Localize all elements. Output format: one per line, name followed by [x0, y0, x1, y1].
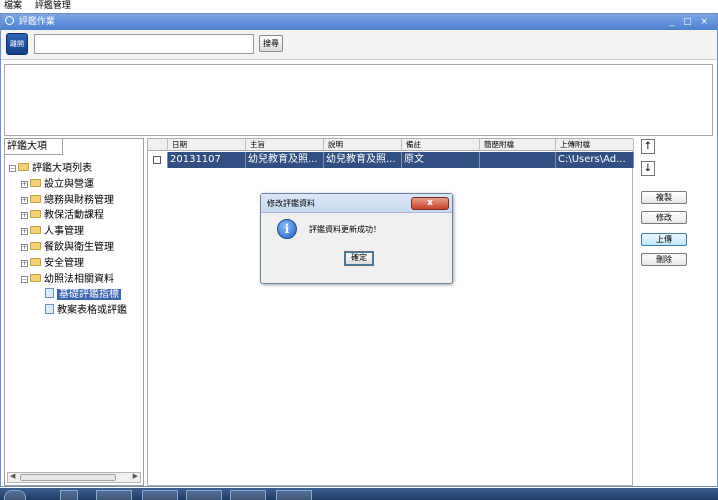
folder-icon: [18, 163, 29, 171]
folder-icon: [30, 210, 41, 219]
taskbar-item[interactable]: [142, 490, 178, 500]
dialog-body: i 評鑑資料更新成功！ 確定: [262, 214, 451, 283]
search-input[interactable]: [34, 34, 254, 54]
tree-item[interactable]: + 安全管理: [9, 256, 143, 272]
tree-label: 餐飲與衛生管理: [44, 241, 114, 253]
column-header[interactable]: 備註: [402, 139, 480, 150]
tree-item[interactable]: + 設立與營運: [9, 177, 143, 193]
folder-icon: [30, 194, 41, 203]
document-icon: [45, 288, 54, 299]
taskbar-item[interactable]: [276, 490, 312, 500]
dialog-titlebar: 修改評鑑資料 x: [261, 194, 452, 213]
tree-label: 教案表格或評鑑: [57, 305, 127, 317]
folder-icon: [30, 178, 41, 187]
cell-date: 20131107: [168, 152, 246, 168]
header-checkbox-col: [148, 139, 168, 150]
expand-icon[interactable]: +: [21, 212, 28, 220]
menu-file[interactable]: 檔案: [4, 1, 22, 11]
cell-description: 幼兒教育及照...: [324, 152, 402, 168]
tree-item[interactable]: − 幼照法相關資料: [9, 272, 143, 288]
scroll-right-icon[interactable]: ▶: [133, 472, 138, 480]
tree-item[interactable]: + 教保活動課程: [9, 208, 143, 224]
tree-label: 設立與營運: [44, 178, 94, 190]
tree-child[interactable]: 教案表格或評鑑: [9, 303, 143, 319]
taskbar-item[interactable]: [60, 490, 78, 500]
ok-button[interactable]: 確定: [344, 251, 374, 266]
column-header[interactable]: 說明: [324, 139, 402, 150]
column-header[interactable]: 主旨: [246, 139, 324, 150]
folder-icon: [30, 226, 41, 235]
tree-label: 總務與財務管理: [44, 194, 114, 206]
start-button[interactable]: [4, 490, 26, 500]
menu-bar: 檔案 評鑑管理: [0, 0, 718, 13]
exit-button[interactable]: 離開: [6, 33, 28, 55]
expand-icon[interactable]: +: [21, 196, 28, 204]
taskbar-item[interactable]: [186, 490, 222, 500]
search-button[interactable]: 搜尋: [259, 35, 283, 52]
column-header[interactable]: 日期: [168, 139, 246, 150]
tree-label: 教保活動課程: [44, 210, 104, 222]
folder-icon: [30, 241, 41, 250]
window-titlebar: 評鑑作業 _ □ ×: [1, 14, 717, 30]
column-header[interactable]: 簡歷附檔: [480, 139, 556, 150]
copy-button[interactable]: 複製: [641, 191, 687, 204]
window-title: 評鑑作業: [18, 17, 55, 27]
folder-icon: [30, 273, 41, 282]
toolbar: 離開 搜尋: [1, 30, 717, 60]
expand-icon[interactable]: +: [21, 228, 28, 236]
row-checkbox-cell: [148, 152, 168, 168]
cell-subject: 幼兒教育及照...: [246, 152, 324, 168]
tree-item[interactable]: + 餐飲與衛生管理: [9, 240, 143, 256]
tree-item[interactable]: + 人事管理: [9, 224, 143, 240]
cell-remark: 原文: [402, 152, 480, 168]
scroll-left-icon[interactable]: ◀: [10, 472, 15, 480]
dialog-title: 修改評鑑資料: [267, 199, 315, 208]
expand-icon[interactable]: +: [21, 180, 28, 188]
cell-resume-attachment: [480, 152, 556, 168]
dialog-message: 評鑑資料更新成功！: [309, 225, 381, 234]
move-down-button[interactable]: ↓: [641, 161, 655, 176]
tree-label: 基礎評鑑指標: [57, 289, 121, 301]
edit-button[interactable]: 修改: [641, 211, 687, 224]
collapse-icon[interactable]: −: [21, 275, 28, 283]
folder-icon: [30, 257, 41, 266]
row-checkbox[interactable]: [153, 156, 161, 164]
table-header: 日期 主旨 說明 備註 簡歷附檔 上傳附檔: [148, 139, 634, 151]
tree-item[interactable]: + 總務與財務管理: [9, 193, 143, 209]
expand-icon[interactable]: +: [21, 243, 28, 251]
upload-button[interactable]: 上傳: [641, 233, 687, 246]
tree-child-selected[interactable]: 基礎評鑑指標: [9, 287, 143, 303]
tree-root[interactable]: − 評鑑大項列表: [9, 161, 143, 177]
tree-label: 評鑑大項列表: [32, 163, 92, 174]
cell-upload-attachment: C:\Users\Ad...: [556, 152, 634, 168]
tree-label: 安全管理: [44, 257, 84, 269]
dialog-close-button[interactable]: x: [411, 197, 449, 210]
horizontal-scrollbar[interactable]: ◀ ▶: [7, 472, 141, 483]
tree-label: 幼照法相關資料: [44, 273, 114, 285]
tab-evaluation-categories[interactable]: 評鑑大項: [5, 139, 63, 155]
taskbar: [0, 488, 718, 500]
taskbar-item[interactable]: [230, 490, 266, 500]
window-icon: [5, 16, 14, 25]
column-header[interactable]: 上傳附檔: [556, 139, 634, 150]
window-controls[interactable]: _ □ ×: [670, 14, 711, 30]
expand-icon[interactable]: +: [21, 259, 28, 267]
collapse-icon[interactable]: −: [9, 165, 16, 172]
taskbar-item[interactable]: [96, 490, 132, 500]
document-icon: [45, 304, 54, 315]
info-icon: i: [277, 219, 297, 239]
records-table: 日期 主旨 說明 備註 簡歷附檔 上傳附檔 20131107 幼兒教育及照...…: [147, 138, 634, 486]
update-success-dialog: 修改評鑑資料 x i 評鑑資料更新成功！ 確定: [260, 193, 453, 284]
table-row[interactable]: 20131107 幼兒教育及照... 幼兒教育及照... 原文 C:\Users…: [148, 152, 634, 168]
category-tree: − 評鑑大項列表 + 設立與營運 + 總務與財務管理 + 教保活動課程 + 人事管理 + 餐…: [9, 161, 143, 319]
delete-button[interactable]: 刪除: [641, 253, 687, 266]
scroll-thumb[interactable]: [20, 474, 116, 481]
move-up-button[interactable]: ↑: [641, 139, 655, 154]
tree-label: 人事管理: [44, 226, 84, 238]
info-text-area[interactable]: [4, 64, 713, 136]
category-tree-panel: 評鑑大項 − 評鑑大項列表 + 設立與營運 + 總務與財務管理 + 教保活動課程 + 人事…: [4, 138, 144, 486]
menu-evaluation-management[interactable]: 評鑑管理: [35, 1, 71, 11]
